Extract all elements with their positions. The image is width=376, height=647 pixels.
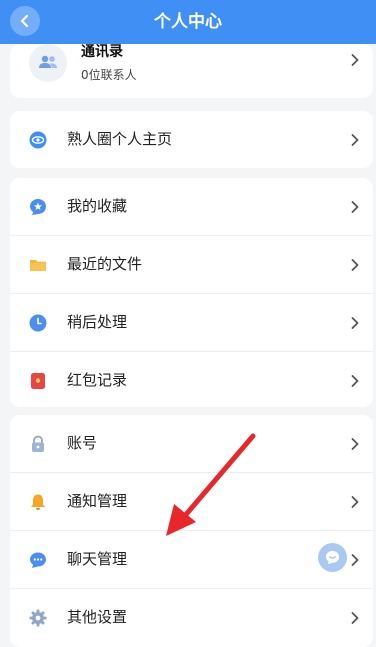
contacts-count: 0位联系人 [81, 68, 137, 82]
bell-icon [31, 494, 45, 510]
contacts-row[interactable]: 通讯录 0位联系人 [10, 44, 373, 98]
notification-label: 通知管理 [67, 492, 128, 510]
chevron-right-icon [351, 612, 359, 624]
favorites-row[interactable]: 我的收藏 [10, 178, 373, 236]
process-later-row[interactable]: 稍后处理 [10, 294, 373, 352]
red-envelope-icon [31, 373, 45, 389]
moments-homepage-label: 熟人圈个人主页 [67, 130, 173, 148]
tools-card: 我的收藏 最近的文件 稍后处理 红包记录 [10, 178, 373, 407]
recent-files-label: 最近的文件 [67, 255, 143, 273]
chevron-right-icon [351, 496, 359, 508]
settings-card: 账号 通知管理 聊天管理 其他设置 [10, 415, 373, 647]
chevron-right-icon [351, 554, 359, 566]
chevron-right-icon [351, 54, 359, 66]
chevron-right-icon [351, 201, 359, 213]
red-envelope-row[interactable]: 红包记录 [10, 352, 373, 407]
other-settings-label: 其他设置 [67, 608, 128, 626]
chat-bubble-icon [325, 550, 340, 565]
contacts-avatar [29, 44, 67, 82]
account-row[interactable]: 账号 [10, 415, 373, 473]
chevron-right-icon [351, 259, 359, 271]
folder-icon [30, 260, 46, 271]
star-bubble-icon [30, 199, 46, 215]
favorites-label: 我的收藏 [67, 197, 128, 215]
moments-homepage-row[interactable]: 熟人圈个人主页 [10, 111, 373, 168]
chevron-right-icon [351, 317, 359, 329]
chat-management-label: 聊天管理 [67, 550, 128, 568]
lock-icon [32, 435, 44, 452]
account-label: 账号 [67, 434, 98, 452]
people-icon [39, 55, 57, 68]
moments-card: 熟人圈个人主页 [10, 111, 373, 168]
floating-assistant-button[interactable] [318, 543, 347, 572]
page-title: 个人中心 [154, 12, 222, 32]
chevron-right-icon [351, 134, 359, 146]
clock-icon [29, 314, 47, 332]
contacts-card[interactable]: 通讯录 0位联系人 [10, 44, 373, 98]
chevron-right-icon [351, 375, 359, 387]
gear-icon [29, 609, 47, 627]
notification-row[interactable]: 通知管理 [10, 473, 373, 531]
red-envelope-label: 红包记录 [67, 371, 128, 389]
process-later-label: 稍后处理 [67, 313, 128, 331]
chevron-right-icon [351, 438, 359, 450]
top-bar: 个人中心 [0, 0, 376, 44]
chat-bubble-icon [30, 552, 46, 568]
recent-files-row[interactable]: 最近的文件 [10, 236, 373, 294]
other-settings-row[interactable]: 其他设置 [10, 589, 373, 646]
contacts-title: 通讯录 [81, 44, 123, 60]
circle-eye-icon [29, 131, 47, 149]
